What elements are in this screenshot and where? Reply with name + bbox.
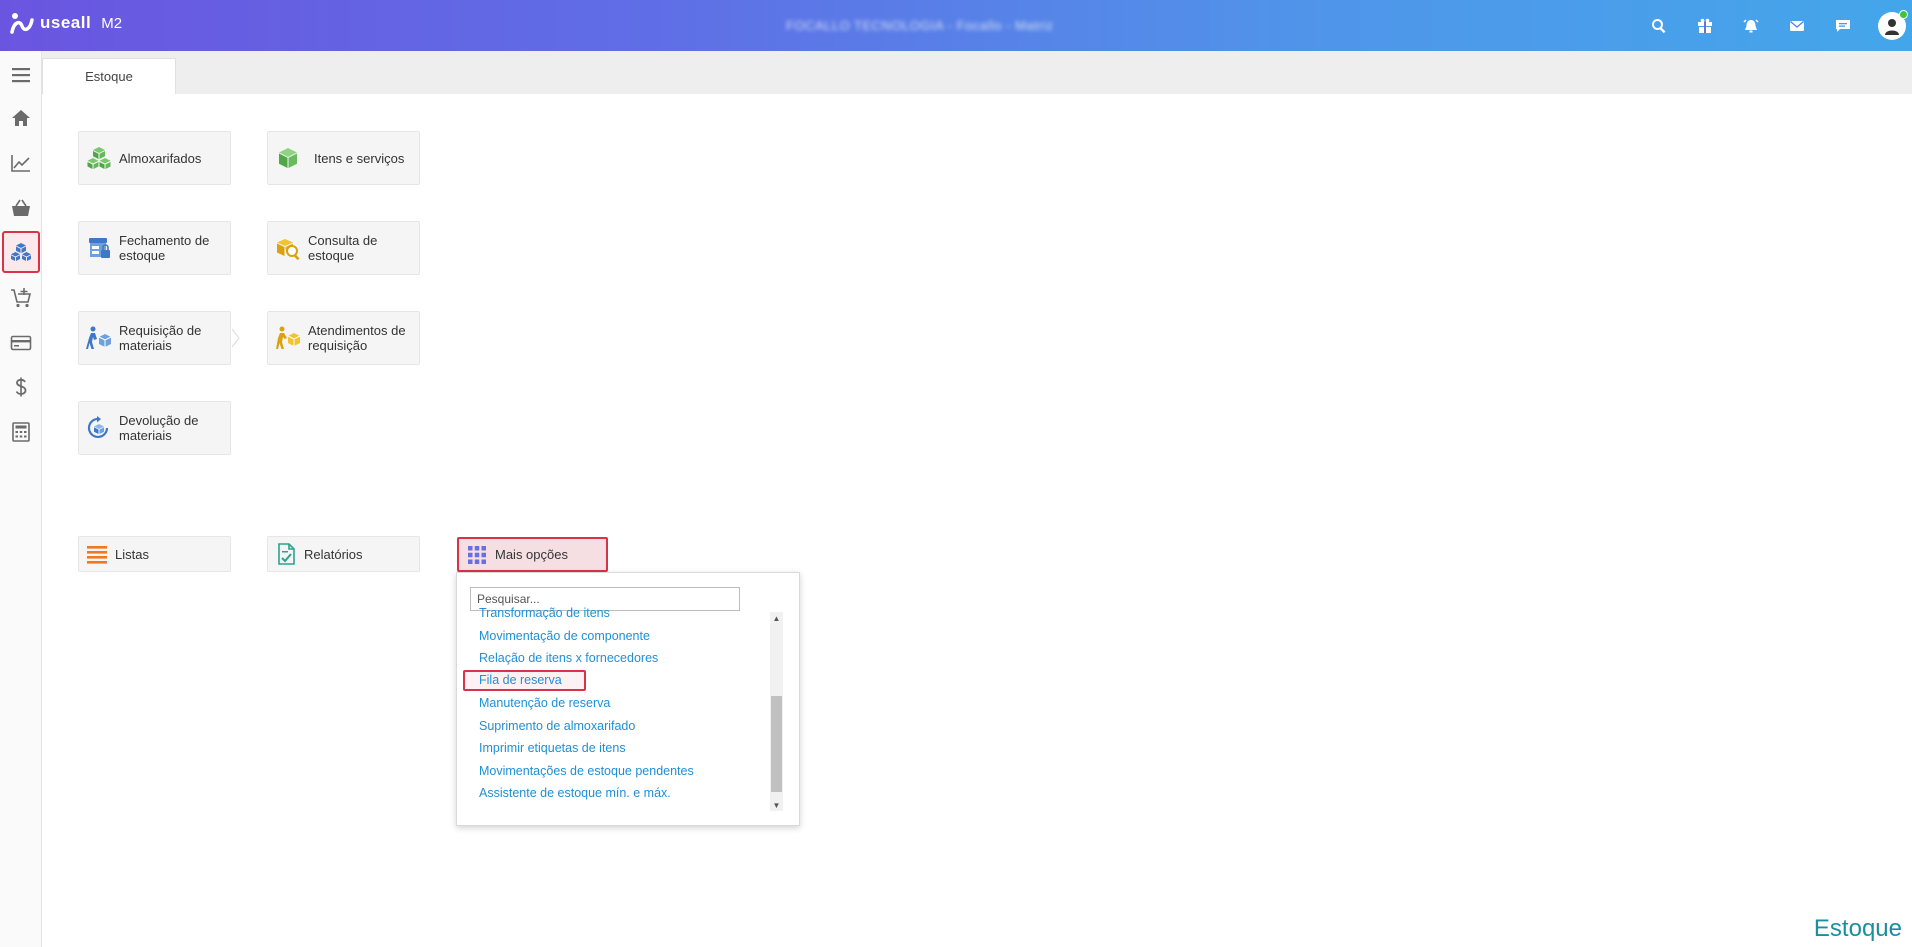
calculator-icon[interactable] — [2, 411, 40, 453]
list-icon — [85, 542, 109, 566]
brand-logo[interactable]: useall M2 — [10, 12, 122, 34]
grid-icon — [465, 543, 489, 567]
tile-label: Atendimentos de requisição — [308, 323, 406, 353]
gift-icon[interactable] — [1682, 0, 1728, 51]
menu-item-transformacao-itens[interactable]: Transformação de itens — [479, 603, 610, 623]
tile-relatorios[interactable]: Relatórios — [267, 536, 420, 572]
brand-sub: M2 — [101, 14, 123, 32]
box-search-icon — [274, 234, 302, 262]
scroll-down-icon[interactable]: ▼ — [770, 799, 783, 811]
menu-item-imprimir-etiquetas[interactable]: Imprimir etiquetas de itens — [479, 738, 626, 758]
scroll-up-icon[interactable]: ▲ — [770, 612, 783, 624]
tile-label: Relatórios — [304, 546, 363, 562]
search-icon[interactable] — [1636, 0, 1682, 51]
tab-bar: Estoque — [42, 51, 1912, 94]
tab-estoque[interactable]: Estoque — [42, 58, 176, 94]
company-name[interactable]: FOCALLO TECNOLOGIA - Focallo - Matriz — [786, 18, 1053, 33]
tile-label: Devolução de materiais — [119, 413, 199, 443]
logo-icon — [10, 13, 34, 34]
brand-name: useall — [40, 13, 92, 32]
card-icon[interactable] — [2, 322, 40, 364]
tile-consulta-estoque[interactable]: Consulta de estoque — [267, 221, 420, 275]
user-icon — [1885, 18, 1899, 35]
report-icon — [274, 542, 298, 566]
person-box-icon — [85, 324, 113, 352]
menu-item-fila-reserva[interactable]: Fila de reserva — [463, 670, 586, 691]
menu-item-relacao-itens-fornecedores[interactable]: Relação de itens x fornecedores — [479, 648, 658, 668]
boxes-icon[interactable] — [2, 231, 40, 273]
menu-item-movimentacoes-pendentes[interactable]: Movimentações de estoque pendentes — [479, 761, 694, 781]
top-bar: useall M2 FOCALLO TECNOLOGIA - Focallo -… — [0, 0, 1912, 51]
home-icon[interactable] — [2, 97, 40, 139]
basket-icon[interactable] — [2, 187, 40, 229]
tile-label: Requisição de materiais — [119, 323, 202, 353]
return-box-icon — [85, 414, 113, 442]
tile-fechamento-estoque[interactable]: Fechamento de estoque — [78, 221, 231, 275]
tile-almoxarifados[interactable]: Almoxarifados — [78, 131, 231, 185]
tile-requisicao-materiais[interactable]: Requisição de materiais — [78, 311, 231, 365]
menu-item-assistente-estoque[interactable]: Assistente de estoque mín. e máx. — [479, 783, 671, 803]
chevron-right-icon — [231, 328, 240, 348]
cart-add-icon[interactable] — [2, 277, 40, 319]
menu-item-movimentacao-componente[interactable]: Movimentação de componente — [479, 626, 650, 646]
mail-icon[interactable] — [1774, 0, 1820, 51]
avatar[interactable] — [1878, 9, 1908, 40]
chat-icon[interactable] — [1820, 0, 1866, 51]
tile-label: Almoxarifados — [119, 150, 202, 166]
menu-item-suprimento-almoxarifado[interactable]: Suprimento de almoxarifado — [479, 716, 635, 736]
sidebar — [0, 51, 42, 947]
tile-label: Fechamento de estoque — [119, 233, 210, 263]
boxes-icon — [85, 144, 113, 172]
tile-label: Itens e serviços — [314, 150, 405, 166]
tile-label: Consulta de estoque — [308, 233, 378, 263]
module-label: Estoque — [1813, 915, 1902, 942]
storefront-lock-icon — [85, 234, 113, 262]
mais-opcoes-dropdown: Transformação de itens Movimentação de c… — [456, 572, 800, 826]
alarm-icon[interactable] — [1728, 0, 1774, 51]
menu-item-manutencao-reserva[interactable]: Manutenção de reserva — [479, 693, 610, 713]
tile-listas[interactable]: Listas — [78, 536, 231, 572]
menu-icon[interactable] — [2, 54, 40, 96]
tile-label: Listas — [115, 546, 149, 562]
scroll-thumb[interactable] — [771, 696, 782, 792]
tile-devolucao-materiais[interactable]: Devolução de materiais — [78, 401, 231, 455]
dropdown-scrollbar[interactable]: ▲ ▼ — [770, 612, 783, 811]
box-icon — [274, 144, 302, 172]
tile-label: Mais opções — [495, 547, 568, 562]
tile-atendimentos-requisicao[interactable]: Atendimentos de requisição — [267, 311, 420, 365]
person-carry-icon — [274, 324, 302, 352]
chart-icon[interactable] — [2, 142, 40, 184]
top-icons — [1636, 0, 1912, 51]
online-status-dot — [1899, 9, 1908, 19]
tile-mais-opcoes[interactable]: Mais opções — [457, 537, 608, 572]
tile-itens-servicos[interactable]: Itens e serviços — [267, 131, 420, 185]
dollar-icon[interactable] — [2, 366, 40, 408]
